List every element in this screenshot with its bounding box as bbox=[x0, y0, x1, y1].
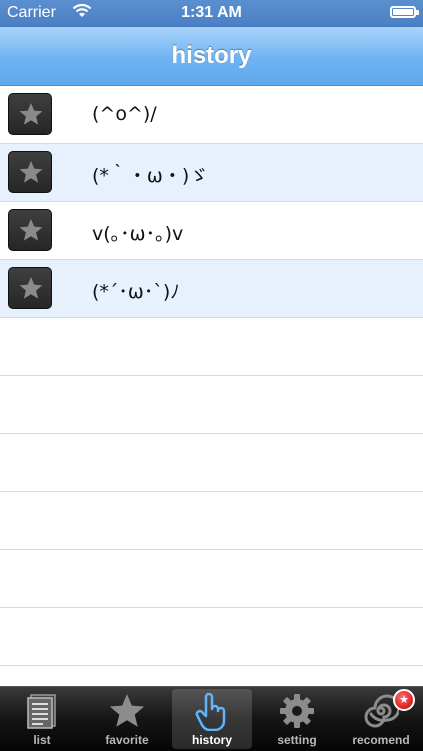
favorite-star-button[interactable] bbox=[8, 151, 52, 193]
history-row[interactable]: v(｡･ω･｡)v bbox=[0, 202, 423, 260]
empty-row bbox=[0, 666, 423, 686]
star-icon bbox=[19, 277, 43, 299]
tab-favorite[interactable]: favorite bbox=[87, 689, 167, 749]
tab-history[interactable]: history bbox=[172, 689, 252, 749]
history-row[interactable]: (*｀・ω・)ゞ bbox=[0, 144, 423, 202]
empty-row bbox=[0, 434, 423, 492]
history-row[interactable]: (*´･ω･`)ﾉ bbox=[0, 260, 423, 318]
star-icon bbox=[109, 694, 145, 727]
tab-recomend[interactable]: ★ recomend bbox=[341, 689, 421, 749]
history-list[interactable]: (^o^)/ (*｀・ω・)ゞ v(｡･ω･｡)v (*´･ω･`)ﾉ bbox=[0, 86, 423, 686]
hand-pointer-icon bbox=[195, 693, 226, 731]
empty-row bbox=[0, 318, 423, 376]
tab-list-label: list bbox=[33, 733, 51, 747]
tab-list[interactable]: list bbox=[2, 689, 82, 749]
status-time: 1:31 AM bbox=[181, 4, 242, 21]
favorite-star-button[interactable] bbox=[8, 93, 52, 135]
favorite-star-button[interactable] bbox=[8, 209, 52, 251]
favorite-star-button[interactable] bbox=[8, 267, 52, 309]
star-icon bbox=[19, 161, 43, 183]
star-icon bbox=[19, 103, 43, 125]
list-icon bbox=[27, 694, 56, 729]
empty-row bbox=[0, 608, 423, 666]
history-row[interactable]: (^o^)/ bbox=[0, 86, 423, 144]
status-bar: Carrier 1:31 AM bbox=[0, 0, 423, 27]
notification-badge: ★ bbox=[393, 689, 415, 711]
kaomoji-text: v(｡･ω･｡)v bbox=[92, 223, 184, 245]
gear-icon bbox=[280, 694, 314, 728]
battery-icon bbox=[390, 6, 419, 18]
kaomoji-text: (*´･ω･`)ﾉ bbox=[92, 281, 180, 303]
tab-bar: list favorite history setting ★ recomend bbox=[0, 686, 423, 751]
tab-recomend-label: recomend bbox=[352, 733, 410, 747]
empty-row bbox=[0, 550, 423, 608]
tab-setting-label: setting bbox=[277, 733, 317, 747]
kaomoji-text: (*｀・ω・)ゞ bbox=[92, 165, 209, 187]
kaomoji-text: (^o^)/ bbox=[92, 103, 157, 125]
tab-history-label: history bbox=[191, 733, 232, 747]
navigation-bar: history bbox=[0, 27, 423, 86]
page-title: history bbox=[171, 42, 252, 69]
tab-setting[interactable]: setting bbox=[257, 689, 337, 749]
empty-row bbox=[0, 376, 423, 434]
tab-favorite-label: favorite bbox=[105, 733, 149, 747]
star-icon bbox=[19, 219, 43, 241]
empty-row bbox=[0, 492, 423, 550]
